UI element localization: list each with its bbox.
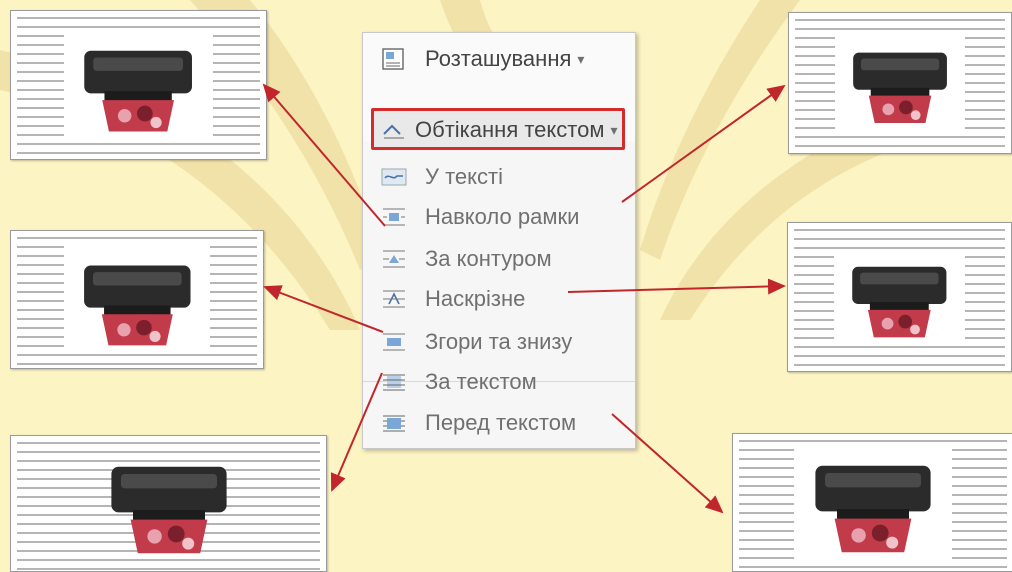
menu-item-in-line[interactable]: У тексті (381, 159, 503, 195)
text-line (794, 238, 1005, 240)
menu-item-label: За контуром (425, 246, 552, 271)
menu-item-label: Згори та знизу (425, 329, 573, 354)
printer-image (110, 466, 227, 553)
wrap-text-icon (383, 124, 404, 139)
text-line (17, 237, 257, 239)
menu-item-label: Перед текстом (425, 410, 577, 435)
menu-item-label: У тексті (425, 164, 503, 189)
text-line (794, 229, 1005, 231)
thumbnail-through-wrap (787, 222, 1012, 372)
wrap-text-menu: Розташування ▾ Обтікання текстом ▾ У тек… (362, 32, 636, 449)
text-line (795, 19, 1005, 21)
text-line (795, 28, 1005, 30)
printer-image (84, 50, 193, 131)
text-line (795, 136, 1005, 138)
menu-item-top-bottom[interactable]: Згори та знизу (381, 324, 572, 360)
chevron-down-icon: ▾ (577, 50, 585, 67)
menu-item-in-front-text[interactable]: Перед текстом (381, 405, 576, 441)
layout-icon (382, 48, 404, 70)
behind-text-icon (383, 374, 405, 391)
menu-item-through[interactable]: Наскрізне (381, 281, 525, 317)
printer-image (815, 465, 931, 552)
menu-item-label: Розташування (425, 46, 572, 71)
in-front-text-icon (383, 415, 405, 432)
text-line (17, 363, 257, 365)
menu-item-behind-text[interactable]: За текстом (381, 364, 537, 400)
thumbnail-square-wrap (10, 10, 267, 160)
tight-wrap-icon (383, 250, 405, 268)
thumbnail-behind-text (10, 435, 327, 572)
square-wrap-icon (383, 208, 405, 226)
text-line (17, 152, 260, 154)
thumbnail-in-front-text (732, 433, 1012, 572)
position-button[interactable]: Розташування ▾ (381, 41, 584, 77)
wrap-text-button[interactable]: Обтікання текстом ▾ (381, 112, 618, 148)
menu-item-label: Навколо рамки (425, 204, 580, 229)
menu-item-square[interactable]: Навколо рамки (381, 199, 579, 235)
text-line (17, 442, 320, 444)
menu-item-label: За текстом (425, 369, 537, 394)
text-line (17, 26, 260, 28)
text-line (739, 440, 1007, 442)
menu-item-label: Наскрізне (425, 286, 526, 311)
printer-image (853, 52, 947, 124)
menu-item-label: Обтікання текстом (415, 117, 605, 142)
thumbnail-tight-wrap (10, 230, 264, 369)
in-line-icon (381, 168, 407, 186)
thumbnail-square-wrap-right (788, 12, 1012, 154)
top-bottom-wrap-icon (383, 333, 405, 351)
text-line (794, 355, 1005, 357)
chevron-down-icon: ▾ (610, 121, 618, 138)
menu-item-tight[interactable]: За контуром (381, 241, 552, 277)
text-line (794, 346, 1005, 348)
text-line (17, 17, 260, 19)
text-line (17, 559, 320, 561)
text-line (794, 364, 1005, 366)
through-wrap-icon (383, 290, 405, 308)
text-line (17, 354, 257, 356)
text-line (17, 143, 260, 145)
printer-image (83, 265, 191, 345)
text-line (795, 145, 1005, 147)
printer-image (852, 266, 947, 338)
text-line (739, 566, 1007, 568)
